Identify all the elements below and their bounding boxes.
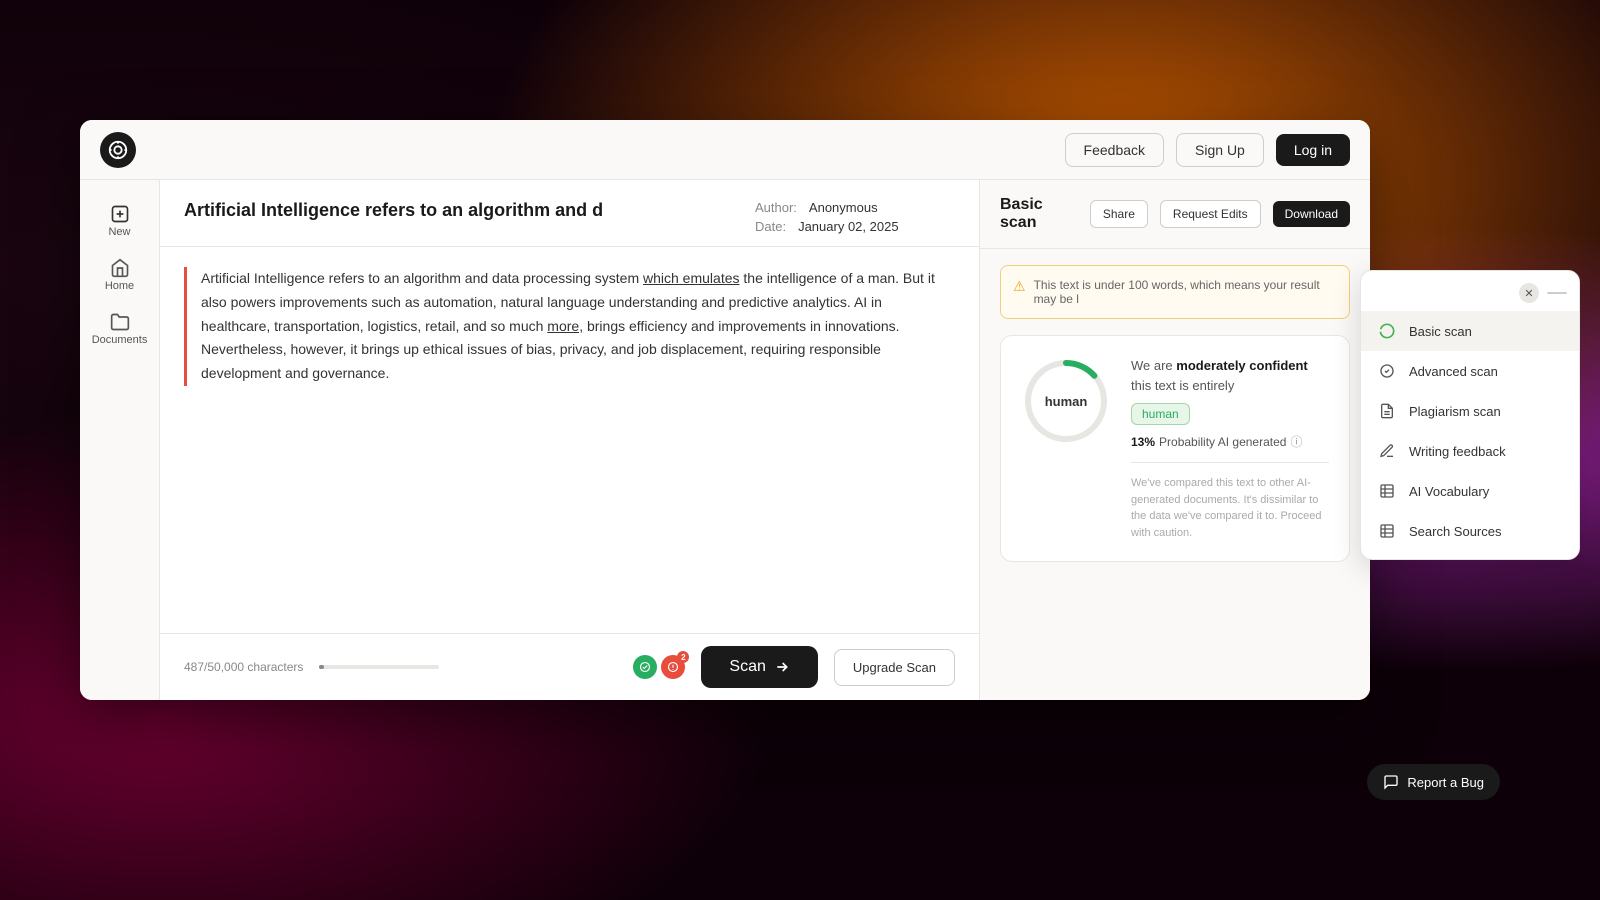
badge: 2 bbox=[677, 651, 689, 663]
indicator-red: 2 bbox=[661, 655, 685, 679]
score-info: We are moderately confident this text is… bbox=[1131, 356, 1329, 541]
menu-divider-icon bbox=[1547, 292, 1567, 294]
basic-scan-icon bbox=[1377, 321, 1397, 341]
search-sources-icon bbox=[1377, 521, 1397, 541]
char-count: 487/50,000 characters bbox=[184, 660, 303, 674]
confidence-level: moderately confident bbox=[1176, 358, 1307, 373]
share-button[interactable]: Share bbox=[1090, 200, 1148, 228]
score-description: We are moderately confident this text is… bbox=[1131, 356, 1329, 395]
document-content: Artificial Intelligence refers to an alg… bbox=[160, 247, 979, 633]
menu-item-search-sources[interactable]: Search Sources bbox=[1361, 511, 1579, 551]
confidence-suffix: this text is entirely bbox=[1131, 378, 1234, 393]
close-dropdown-button[interactable]: ✕ bbox=[1519, 283, 1539, 303]
probability-row: 13% Probability AI generated ⓘ bbox=[1131, 433, 1329, 450]
results-header: Basic scan Share Request Edits Download bbox=[980, 180, 1370, 249]
scan-label: Scan bbox=[729, 658, 765, 676]
ai-vocabulary-label: AI Vocabulary bbox=[1409, 484, 1489, 499]
date-label: Date: bbox=[755, 219, 786, 234]
app-logo bbox=[100, 132, 136, 168]
sidebar-item-documents[interactable]: Documents bbox=[95, 304, 145, 354]
sidebar: New Home Documents bbox=[80, 180, 160, 700]
menu-item-writing-feedback[interactable]: Writing feedback bbox=[1361, 431, 1579, 471]
advanced-scan-icon bbox=[1377, 361, 1397, 381]
document-area: Artificial Intelligence refers to an alg… bbox=[160, 180, 980, 700]
circle-label: human bbox=[1021, 356, 1111, 446]
menu-item-plagiarism-scan[interactable]: Plagiarism scan bbox=[1361, 391, 1579, 431]
feedback-button[interactable]: Feedback bbox=[1065, 133, 1164, 167]
compare-text: We've compared this text to other AI-gen… bbox=[1131, 462, 1329, 541]
warning-icon: ⚠ bbox=[1013, 278, 1026, 295]
warning-box: ⚠ This text is under 100 words, which me… bbox=[1000, 265, 1350, 319]
request-edits-button[interactable]: Request Edits bbox=[1160, 200, 1261, 228]
basic-scan-label: Basic scan bbox=[1409, 324, 1472, 339]
doc-text-underline: which emulates bbox=[643, 270, 740, 286]
download-button[interactable]: Download bbox=[1273, 201, 1350, 227]
sidebar-item-new[interactable]: New bbox=[95, 196, 145, 246]
document-text-block: Artificial Intelligence refers to an alg… bbox=[184, 267, 955, 386]
signup-button[interactable]: Sign Up bbox=[1176, 133, 1264, 167]
nav-bar: Feedback Sign Up Log in bbox=[80, 120, 1370, 180]
menu-item-ai-vocabulary[interactable]: AI Vocabulary bbox=[1361, 471, 1579, 511]
date-value: January 02, 2025 bbox=[798, 219, 898, 234]
writing-feedback-icon bbox=[1377, 441, 1397, 461]
probability-percent: 13% bbox=[1131, 435, 1155, 449]
search-sources-label: Search Sources bbox=[1409, 524, 1502, 539]
menu-item-advanced-scan[interactable]: Advanced scan bbox=[1361, 351, 1579, 391]
scan-button[interactable]: Scan bbox=[701, 646, 817, 688]
indicator-green bbox=[633, 655, 657, 679]
login-button[interactable]: Log in bbox=[1276, 134, 1350, 166]
info-icon[interactable]: ⓘ bbox=[1290, 433, 1302, 450]
main-area: New Home Documents Artificial Intelligen… bbox=[80, 180, 1370, 700]
warning-text: This text is under 100 words, which mean… bbox=[1034, 278, 1337, 306]
advanced-scan-label: Advanced scan bbox=[1409, 364, 1498, 379]
author-label: Author: bbox=[755, 200, 797, 215]
sidebar-home-label: Home bbox=[105, 280, 134, 292]
menu-item-basic-scan[interactable]: Basic scan bbox=[1361, 311, 1579, 351]
results-panel: Basic scan Share Request Edits Download … bbox=[980, 180, 1370, 700]
dropdown-header: ✕ bbox=[1361, 279, 1579, 311]
dropdown-menu: ✕ Basic scan Advanced scan bbox=[1360, 270, 1580, 560]
writing-feedback-label: Writing feedback bbox=[1409, 444, 1506, 459]
progress-bar bbox=[319, 665, 439, 669]
icon-indicators: 2 bbox=[633, 655, 685, 679]
report-bug-button[interactable]: Report a Bug bbox=[1367, 764, 1500, 800]
document-header: Artificial Intelligence refers to an alg… bbox=[160, 180, 979, 247]
author-row: Author: Anonymous bbox=[755, 200, 955, 215]
probability-label: Probability AI generated bbox=[1159, 435, 1286, 449]
author-value: Anonymous bbox=[809, 200, 878, 215]
nav-actions: Feedback Sign Up Log in bbox=[1065, 133, 1350, 167]
doc-text-pre: Artificial Intelligence refers to an alg… bbox=[201, 270, 643, 286]
document-title: Artificial Intelligence refers to an alg… bbox=[184, 200, 715, 221]
doc-text-post: the intelligence of a man. But it also p… bbox=[201, 270, 935, 381]
results-body: ⚠ This text is under 100 words, which me… bbox=[980, 249, 1370, 700]
document-meta: Author: Anonymous Date: January 02, 2025 bbox=[755, 200, 955, 234]
human-label: human bbox=[1045, 394, 1088, 409]
progress-fill bbox=[319, 665, 324, 669]
score-card: human We are moderately confident this t… bbox=[1000, 335, 1350, 562]
sidebar-documents-label: Documents bbox=[92, 334, 148, 346]
sidebar-new-label: New bbox=[108, 226, 130, 238]
sidebar-item-home[interactable]: Home bbox=[95, 250, 145, 300]
document-footer: 487/50,000 characters bbox=[160, 633, 979, 700]
report-bug-label: Report a Bug bbox=[1407, 775, 1484, 790]
score-circle: human bbox=[1021, 356, 1111, 446]
date-row: Date: January 02, 2025 bbox=[755, 219, 955, 234]
results-title: Basic scan bbox=[1000, 196, 1078, 232]
upgrade-scan-button[interactable]: Upgrade Scan bbox=[834, 649, 955, 686]
confidence-text: We are bbox=[1131, 358, 1173, 373]
app-container: Feedback Sign Up Log in New Home bbox=[80, 120, 1370, 700]
human-tag: human bbox=[1131, 403, 1190, 425]
ai-vocabulary-icon bbox=[1377, 481, 1397, 501]
plagiarism-scan-label: Plagiarism scan bbox=[1409, 404, 1501, 419]
plagiarism-scan-icon bbox=[1377, 401, 1397, 421]
